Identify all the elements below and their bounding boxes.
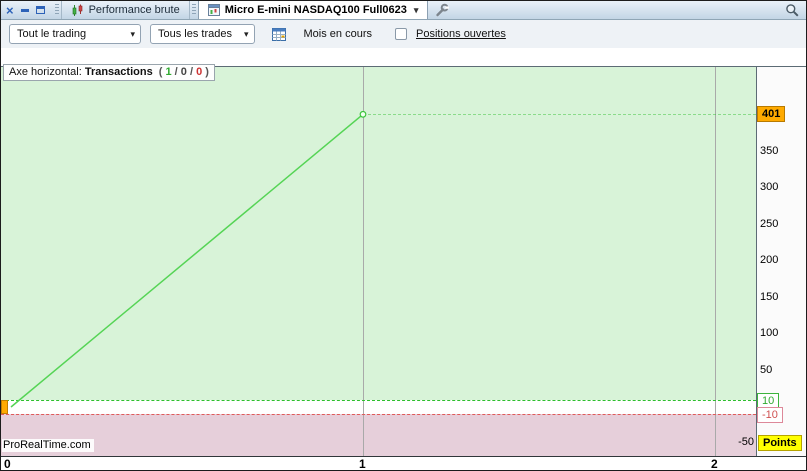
y-tick-label: 100 — [760, 327, 779, 339]
window-controls: × — [1, 1, 53, 19]
loss-count: 0 — [196, 66, 203, 78]
x-tick-label: 1 — [359, 457, 366, 471]
x-axis: 0 1 2 — [1, 457, 806, 471]
minimize-bar — [20, 8, 29, 12]
y-tick-label: 300 — [760, 181, 779, 194]
trades-filter-value: Tous les trades — [158, 28, 232, 40]
trades-filter-select[interactable]: Tous les trades ▾ — [150, 24, 255, 44]
search-icon[interactable] — [778, 1, 806, 19]
x-tick-label: 2 — [711, 457, 718, 471]
app-window: × Performance brute Micro E-mini NASDAQ1… — [0, 0, 807, 471]
chevron-down-icon: ▾ — [130, 28, 135, 39]
tab-performance-brute[interactable]: Performance brute — [60, 1, 190, 19]
watermark: ProRealTime.com — [2, 439, 94, 452]
y-tick-label: 200 — [760, 254, 779, 267]
chart-window-icon — [207, 4, 220, 16]
axis-info-value: Transactions — [84, 66, 153, 78]
neutral-count: 0 — [180, 66, 187, 78]
tab-drag-grip[interactable] — [54, 4, 59, 16]
open-positions-label[interactable]: Positions ouvertes — [416, 28, 506, 40]
zero-axis-marker — [1, 399, 8, 415]
titlebar: × Performance brute Micro E-mini NASDAQ1… — [1, 1, 806, 20]
chevron-down-icon: ▾ — [243, 28, 249, 39]
chart-area: Axe horizontal: Transactions ( 1 / 0 / 0… — [1, 48, 806, 471]
bottom-tick-label: -50 — [738, 436, 754, 449]
equity-line — [10, 113, 364, 408]
current-month-label[interactable]: Mois en cours — [304, 28, 372, 40]
y-tick-label: 350 — [760, 144, 779, 157]
maximize-box — [35, 6, 45, 14]
titlebar-spacer — [456, 1, 778, 19]
close-icon[interactable]: × — [6, 4, 14, 17]
wrench-icon[interactable] — [428, 1, 456, 19]
open-positions-checkbox[interactable] — [395, 28, 407, 40]
last-point-marker — [359, 110, 367, 118]
candlestick-icon — [72, 4, 82, 16]
tab-performance-label: Performance brute — [88, 4, 180, 16]
axis-info-box: Axe horizontal: Transactions ( 1 / 0 / 0… — [3, 64, 215, 81]
calendar-icon[interactable] — [264, 26, 295, 42]
axis-info-prefix: Axe horizontal: — [9, 66, 82, 78]
trading-scope-select[interactable]: Tout le trading ▾ — [9, 24, 141, 44]
maximize-icon[interactable] — [35, 6, 45, 14]
x-tick-label: 0 — [4, 457, 11, 471]
y-tick-label: 250 — [760, 217, 779, 230]
y-tick-label: 50 — [760, 363, 773, 376]
equity-curve[interactable] — [1, 48, 756, 456]
chevron-down-icon[interactable]: ▾ — [414, 5, 419, 16]
instrument-tab-label: Micro E-mini NASDAQ100 Full0623 — [224, 4, 407, 16]
upper-threshold-tag: 10 — [757, 392, 780, 409]
tab-instrument[interactable]: Micro E-mini NASDAQ100 Full0623 ▾ — [197, 1, 429, 19]
y-tick-label: 150 — [760, 290, 779, 303]
unit-tag: Points — [758, 435, 802, 452]
win-count: 1 — [165, 66, 172, 78]
trading-scope-value: Tout le trading — [17, 28, 87, 40]
trade-counts: ( 1 / 0 / 0 ) — [158, 66, 209, 78]
current-value-tag: 401 — [757, 106, 786, 123]
tab-drag-grip[interactable] — [191, 4, 196, 16]
toolbar: Tout le trading ▾ Tous les trades ▾ Mois… — [1, 20, 806, 48]
minimize-icon[interactable] — [20, 8, 29, 12]
lower-threshold-tag: -10 — [757, 407, 783, 424]
